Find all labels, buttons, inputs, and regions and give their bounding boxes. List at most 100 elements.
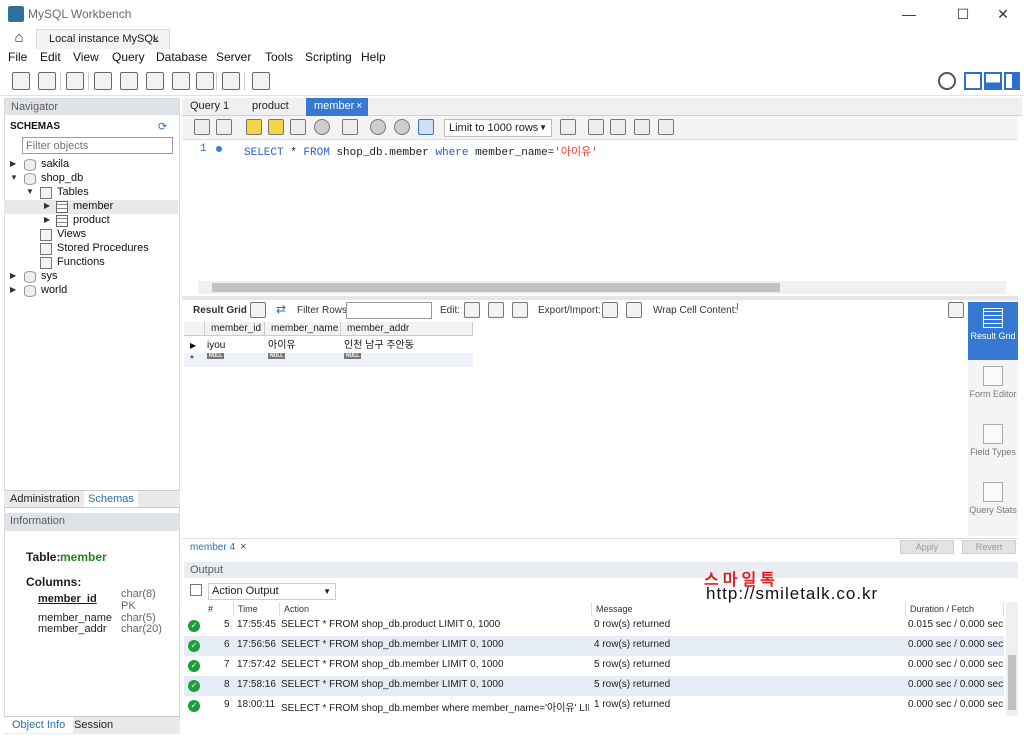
create-view-icon[interactable] xyxy=(146,72,164,90)
settings-gear-icon[interactable] xyxy=(938,72,956,90)
filter-objects-input[interactable] xyxy=(22,137,173,154)
refresh-icon[interactable]: ⇄ xyxy=(276,302,292,318)
sql-statement[interactable]: SELECT * FROM shop_db.member where membe… xyxy=(244,143,598,159)
grid-cell[interactable]: iyou xyxy=(207,339,225,352)
menu-tools[interactable]: Tools xyxy=(265,50,293,64)
create-table-icon[interactable] xyxy=(120,72,138,90)
tree-item-world[interactable]: ▶ world xyxy=(4,284,174,298)
explain-icon[interactable] xyxy=(290,119,306,135)
column-header[interactable]: member_id xyxy=(205,322,265,336)
invisible-chars-icon[interactable] xyxy=(634,119,650,135)
connection-tab[interactable]: Local instance MySQL × xyxy=(36,29,170,49)
output-row[interactable]: ✓ 7 17:57:42 SELECT * FROM shop_db.membe… xyxy=(184,656,1004,676)
new-sql-tab-icon[interactable] xyxy=(12,72,30,90)
tree-item-tables[interactable]: ▼ Tables xyxy=(4,186,174,200)
rollback-icon[interactable] xyxy=(394,119,410,135)
create-function-icon[interactable] xyxy=(196,72,214,90)
output-row[interactable]: ✓ 5 17:55:45 SELECT * FROM shop_db.produ… xyxy=(184,616,1004,636)
tree-item-product[interactable]: ▶ product xyxy=(4,214,174,228)
toggle-output-icon[interactable] xyxy=(984,72,1002,90)
tab-query-1[interactable]: Query 1 xyxy=(182,98,237,116)
result-grid-button[interactable]: Result Grid xyxy=(968,302,1018,360)
toggle-sidebar-icon[interactable] xyxy=(964,72,982,90)
output-row[interactable]: ✓ 8 17:58:16 SELECT * FROM shop_db.membe… xyxy=(184,676,1004,696)
output-row[interactable]: ✓ 9 18:00:11 SELECT * FROM shop_db.membe… xyxy=(184,696,1004,716)
open-file-icon[interactable] xyxy=(194,119,210,135)
beautify-icon[interactable] xyxy=(588,119,604,135)
grid-cell[interactable]: 인천 남구 주안동 xyxy=(344,339,414,352)
home-icon[interactable]: ⌂ xyxy=(10,30,28,46)
expand-arrow-icon[interactable]: ▶ xyxy=(44,201,50,210)
table-row[interactable]: * NULL NULL NULL xyxy=(184,353,473,367)
tab-close-icon[interactable]: × xyxy=(356,98,362,115)
null-badge[interactable]: NULL xyxy=(207,353,225,359)
refresh-icon[interactable]: ⟳ xyxy=(158,120,167,133)
menu-database[interactable]: Database xyxy=(156,50,207,64)
tab-schemas[interactable]: Schemas xyxy=(84,491,138,507)
expand-arrow-icon[interactable]: ▶ xyxy=(44,215,50,224)
edit-row-icon[interactable] xyxy=(464,302,480,318)
tab-object-info[interactable]: Object Info xyxy=(4,717,74,733)
null-badge[interactable]: NULL xyxy=(268,353,286,359)
grid-cell[interactable]: 아이유 xyxy=(268,339,296,352)
create-schema-icon[interactable] xyxy=(94,72,112,90)
menu-edit[interactable]: Edit xyxy=(40,50,61,64)
tree-item-views[interactable]: Views xyxy=(4,228,174,242)
apply-button[interactable]: Apply xyxy=(900,540,954,554)
tree-item-sys[interactable]: ▶ sys xyxy=(4,270,174,284)
revert-button[interactable]: Revert xyxy=(962,540,1016,554)
find-icon[interactable] xyxy=(610,119,626,135)
tab-member-4[interactable]: member 4 xyxy=(190,542,235,553)
import-icon[interactable] xyxy=(626,302,642,318)
tab-session[interactable]: Session xyxy=(74,719,113,731)
scrollbar-thumb[interactable] xyxy=(1008,655,1016,710)
tab-member[interactable]: member × xyxy=(306,98,368,116)
autocommit-icon[interactable] xyxy=(418,119,434,135)
column-header[interactable]: member_addr xyxy=(341,322,473,336)
menu-scripting[interactable]: Scripting xyxy=(305,50,352,64)
export-icon[interactable] xyxy=(602,302,618,318)
add-snippet-icon[interactable] xyxy=(560,119,576,135)
tree-item-member[interactable]: ▶ member xyxy=(4,200,178,214)
collapse-arrow-icon[interactable]: ▼ xyxy=(26,187,34,196)
toggle-error-icon[interactable] xyxy=(342,119,358,135)
stop-icon[interactable] xyxy=(314,119,330,135)
execute-current-icon[interactable] xyxy=(268,119,284,135)
limit-rows-select[interactable]: Limit to 1000 rows ▼ xyxy=(444,119,552,137)
close-window-button[interactable]: ✕ xyxy=(980,0,1024,28)
scrollbar-thumb[interactable] xyxy=(212,283,780,292)
reconnect-icon[interactable] xyxy=(252,72,270,90)
connection-tab-close-icon[interactable]: × xyxy=(152,32,159,46)
menu-query[interactable]: Query xyxy=(112,50,145,64)
menu-view[interactable]: View xyxy=(73,50,99,64)
save-icon[interactable] xyxy=(216,119,232,135)
tab-administration[interactable]: Administration xyxy=(10,493,80,505)
expand-arrow-icon[interactable]: ▶ xyxy=(10,159,16,168)
tree-item-functions[interactable]: Functions xyxy=(4,256,174,270)
panel-toggle-icon[interactable] xyxy=(948,302,964,318)
output-row[interactable]: ✓ 6 17:56:56 SELECT * FROM shop_db.membe… xyxy=(184,636,1004,656)
table-row[interactable]: ▶ iyou 아이유 인천 남구 주안동 xyxy=(184,339,473,353)
output-type-select[interactable]: Action Output ▼ xyxy=(208,583,336,600)
open-sql-script-icon[interactable] xyxy=(38,72,56,90)
toggle-secondary-sidebar-icon[interactable] xyxy=(1004,72,1020,90)
field-types-button[interactable]: Field Types xyxy=(968,418,1018,476)
inspector-icon[interactable] xyxy=(66,72,84,90)
expand-arrow-icon[interactable]: ▶ xyxy=(10,285,16,294)
menu-help[interactable]: Help xyxy=(361,50,386,64)
wrap-cell-icon[interactable]: I xyxy=(736,302,752,318)
execute-icon[interactable] xyxy=(246,119,262,135)
sql-editor[interactable] xyxy=(182,141,1018,281)
tree-item-stored-procedures[interactable]: Stored Procedures xyxy=(4,242,174,256)
collapse-arrow-icon[interactable]: ▼ xyxy=(10,173,18,182)
commit-icon[interactable] xyxy=(370,119,386,135)
menu-server[interactable]: Server xyxy=(216,50,251,64)
column-header[interactable]: member_name xyxy=(265,322,341,336)
null-badge[interactable]: NULL xyxy=(344,353,362,359)
search-table-data-icon[interactable] xyxy=(222,72,240,90)
form-editor-button[interactable]: Form Editor xyxy=(968,360,1018,418)
wrap-lines-icon[interactable] xyxy=(658,119,674,135)
menu-file[interactable]: File xyxy=(8,50,27,64)
tree-item-sakila[interactable]: ▶ sakila xyxy=(4,158,174,172)
tab-product[interactable]: product xyxy=(244,98,297,116)
